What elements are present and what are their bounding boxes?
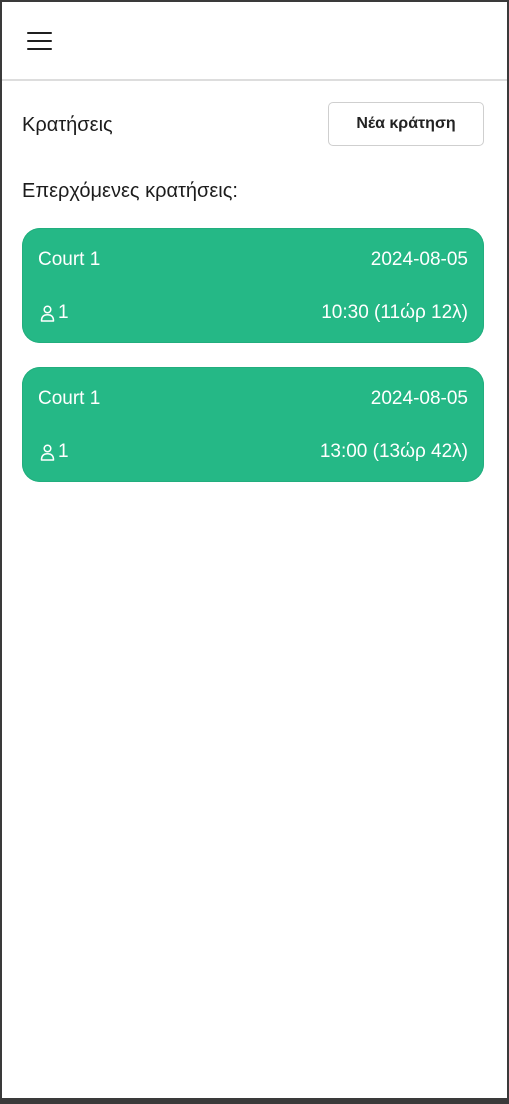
booking-people-count: 1 bbox=[58, 441, 69, 462]
page-title: Κρατήσεις bbox=[22, 114, 113, 136]
booking-people: 1 bbox=[40, 301, 69, 325]
person-icon bbox=[40, 304, 55, 322]
app-frame: Κρατήσεις Νέα κράτηση Επερχόμενες κρατήσ… bbox=[2, 2, 507, 1098]
hamburger-menu-icon[interactable] bbox=[27, 31, 52, 52]
booking-date: 2024-08-05 bbox=[370, 249, 468, 270]
menu-line bbox=[27, 40, 52, 42]
booking-court: Court 1 bbox=[38, 388, 101, 409]
booking-card[interactable]: Court 1 2024-08-05 1 13:00 (13ώρ 42λ) bbox=[22, 367, 484, 482]
top-bar bbox=[2, 2, 507, 81]
booking-date: 2024-08-05 bbox=[370, 388, 468, 409]
menu-line bbox=[27, 32, 52, 34]
booking-time: 13:00 (13ώρ 42λ) bbox=[319, 441, 468, 462]
booking-people-count: 1 bbox=[58, 302, 69, 323]
booking-court: Court 1 bbox=[38, 249, 101, 270]
bottom-edge bbox=[0, 1098, 509, 1104]
booking-card[interactable]: Court 1 2024-08-05 1 10:30 (11ώρ 12λ) bbox=[22, 228, 484, 343]
menu-line bbox=[27, 48, 52, 50]
heading-row: Κρατήσεις Νέα κράτηση bbox=[2, 102, 507, 148]
booking-time: 10:30 (11ώρ 12λ) bbox=[321, 302, 468, 323]
booking-people: 1 bbox=[40, 440, 69, 464]
new-booking-button[interactable]: Νέα κράτηση bbox=[328, 102, 484, 146]
person-icon bbox=[40, 443, 55, 461]
upcoming-bookings-heading: Επερχόμενες κρατήσεις: bbox=[22, 180, 238, 202]
